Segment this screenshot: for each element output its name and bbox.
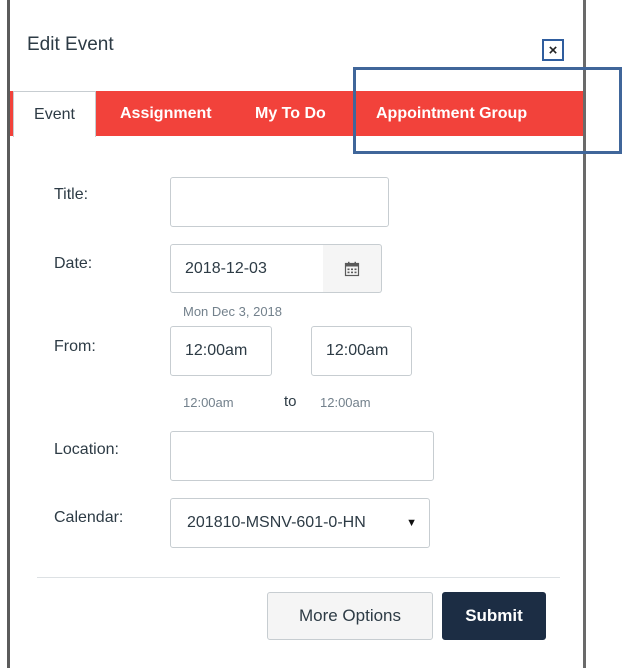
tab-appointment-group[interactable]: Appointment Group [376,91,527,136]
footer-divider [37,577,560,578]
end-time-input[interactable] [311,326,412,376]
window-frame-right [583,0,586,668]
tab-my-to-do[interactable]: My To Do [255,91,326,136]
calendar-selected-value: 201810-MSNV-601-0-HN [187,514,366,531]
screen: Edit Event × Event Assignment My To Do A… [0,0,622,668]
tab-bar: Event Assignment My To Do Appointment Gr… [10,91,583,137]
submit-button[interactable]: Submit [442,592,546,640]
to-label: to [284,393,297,410]
close-icon: × [548,41,558,59]
date-picker-button[interactable] [323,244,382,293]
dialog-title: Edit Event [27,34,114,55]
close-button[interactable]: × [542,39,564,61]
dropdown-arrow-icon: ▼ [406,517,417,529]
calendar-label: Calendar: [54,509,124,526]
calendar-icon [344,261,360,276]
date-hint: Mon Dec 3, 2018 [183,304,283,319]
location-input[interactable] [170,431,434,481]
from-label: From: [54,338,96,355]
title-input[interactable] [170,177,389,227]
start-time-input[interactable] [170,326,272,376]
tab-event[interactable]: Event [13,91,96,137]
date-label: Date: [54,255,93,272]
calendar-select[interactable]: 201810-MSNV-601-0-HN ▼ [170,498,430,548]
title-label: Title: [54,186,89,203]
start-time-hint: 12:00am [183,395,234,410]
more-options-button[interactable]: More Options [267,592,433,640]
date-input[interactable] [170,244,324,293]
tab-assignment[interactable]: Assignment [120,91,212,136]
location-label: Location: [54,441,119,458]
end-time-hint: 12:00am [320,395,371,410]
